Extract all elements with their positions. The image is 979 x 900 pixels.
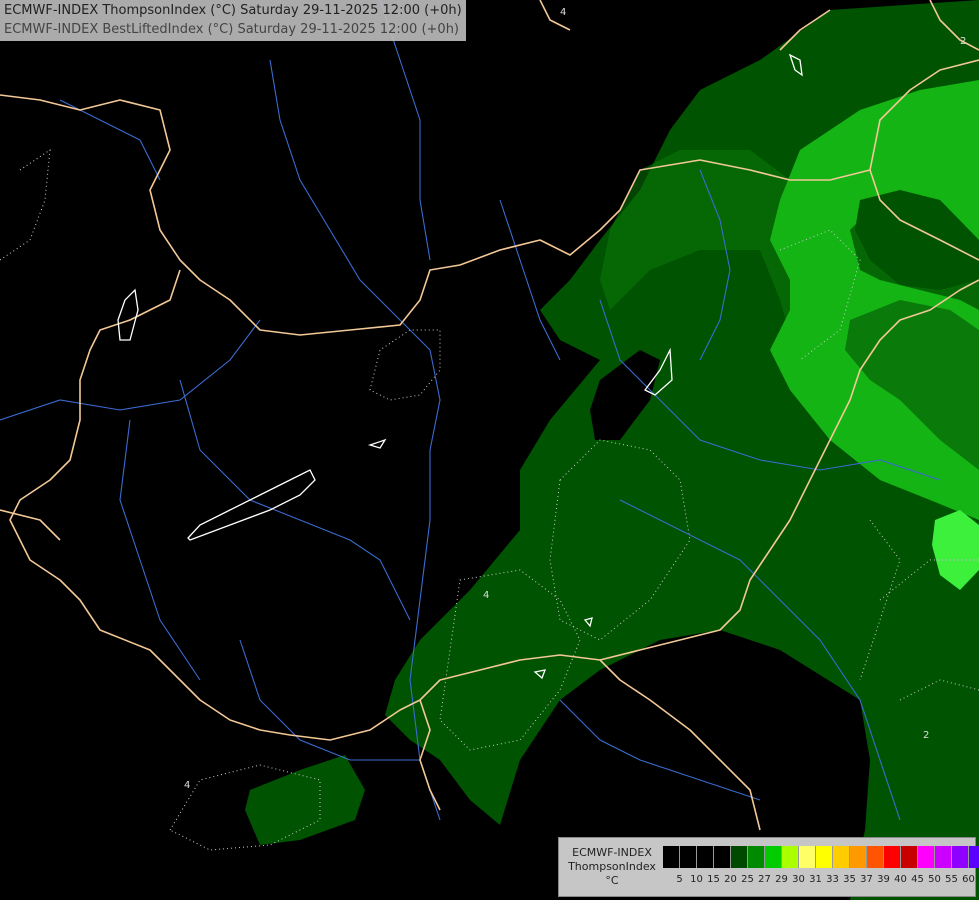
legend-tick: 39 bbox=[877, 874, 890, 885]
contour-label-center: 4 bbox=[483, 590, 489, 601]
weather-map: 4 2 4 2 4 bbox=[0, 0, 979, 900]
legend-swatch bbox=[833, 846, 850, 868]
legend-tick: 40 bbox=[894, 874, 907, 885]
legend-tick: 27 bbox=[758, 874, 771, 885]
title-thompson-index: ECMWF-INDEX ThompsonIndex (°C) Saturday … bbox=[4, 3, 462, 18]
legend-label-source: ECMWF-INDEX bbox=[572, 846, 652, 859]
legend-tick: 55 bbox=[945, 874, 958, 885]
legend-swatch bbox=[884, 846, 901, 868]
legend-swatch bbox=[850, 846, 867, 868]
legend-tick: 31 bbox=[809, 874, 822, 885]
legend-swatch bbox=[952, 846, 969, 868]
title-best-lifted-index: ECMWF-INDEX BestLiftedIndex (°C) Saturda… bbox=[4, 22, 459, 37]
contour-label-top: 4 bbox=[560, 7, 566, 18]
legend-tick: 37 bbox=[860, 874, 873, 885]
legend-tick: 20 bbox=[724, 874, 737, 885]
legend-tick: 30 bbox=[792, 874, 805, 885]
legend-tick: 60 bbox=[962, 874, 975, 885]
legend-swatch bbox=[816, 846, 833, 868]
contour-label-bottom-right: 2 bbox=[923, 730, 929, 741]
legend-tick: 25 bbox=[741, 874, 754, 885]
legend-label-unit: °C bbox=[605, 874, 619, 887]
legend-swatch bbox=[765, 846, 782, 868]
legend-tick: 5 bbox=[676, 874, 683, 885]
legend-swatch bbox=[748, 846, 765, 868]
map-title-box: ECMWF-INDEX ThompsonIndex (°C) Saturday … bbox=[0, 0, 466, 41]
legend-tick: 29 bbox=[775, 874, 788, 885]
legend-tick: 45 bbox=[911, 874, 924, 885]
legend-swatches bbox=[663, 846, 979, 868]
legend-tick: 35 bbox=[843, 874, 856, 885]
legend-swatch bbox=[782, 846, 799, 868]
legend-label: ECMWF-INDEX ThompsonIndex °C bbox=[563, 846, 661, 888]
color-legend: ECMWF-INDEX ThompsonIndex °C 5 10 15 20 25 27… bbox=[558, 837, 979, 897]
legend-swatch bbox=[901, 846, 918, 868]
legend-tick: 50 bbox=[928, 874, 941, 885]
legend-swatch bbox=[680, 846, 697, 868]
legend-tick: 33 bbox=[826, 874, 839, 885]
legend-swatch bbox=[663, 846, 680, 868]
contour-label-top-right: 2 bbox=[960, 36, 966, 47]
legend-tick: 10 bbox=[690, 874, 703, 885]
legend-swatch bbox=[697, 846, 714, 868]
legend-swatch bbox=[969, 846, 979, 868]
legend-ticks: 5 10 15 20 25 27 29 30 31 33 35 37 39 40 45 50 55 60 bbox=[663, 874, 977, 888]
legend-swatch bbox=[714, 846, 731, 868]
legend-swatch bbox=[918, 846, 935, 868]
legend-label-index: ThompsonIndex bbox=[568, 860, 656, 873]
legend-swatch bbox=[731, 846, 748, 868]
legend-swatch bbox=[799, 846, 816, 868]
legend-tick: 15 bbox=[707, 874, 720, 885]
contour-label-bottom-left: 4 bbox=[184, 780, 190, 791]
legend-swatch bbox=[935, 846, 952, 868]
legend-swatch bbox=[867, 846, 884, 868]
